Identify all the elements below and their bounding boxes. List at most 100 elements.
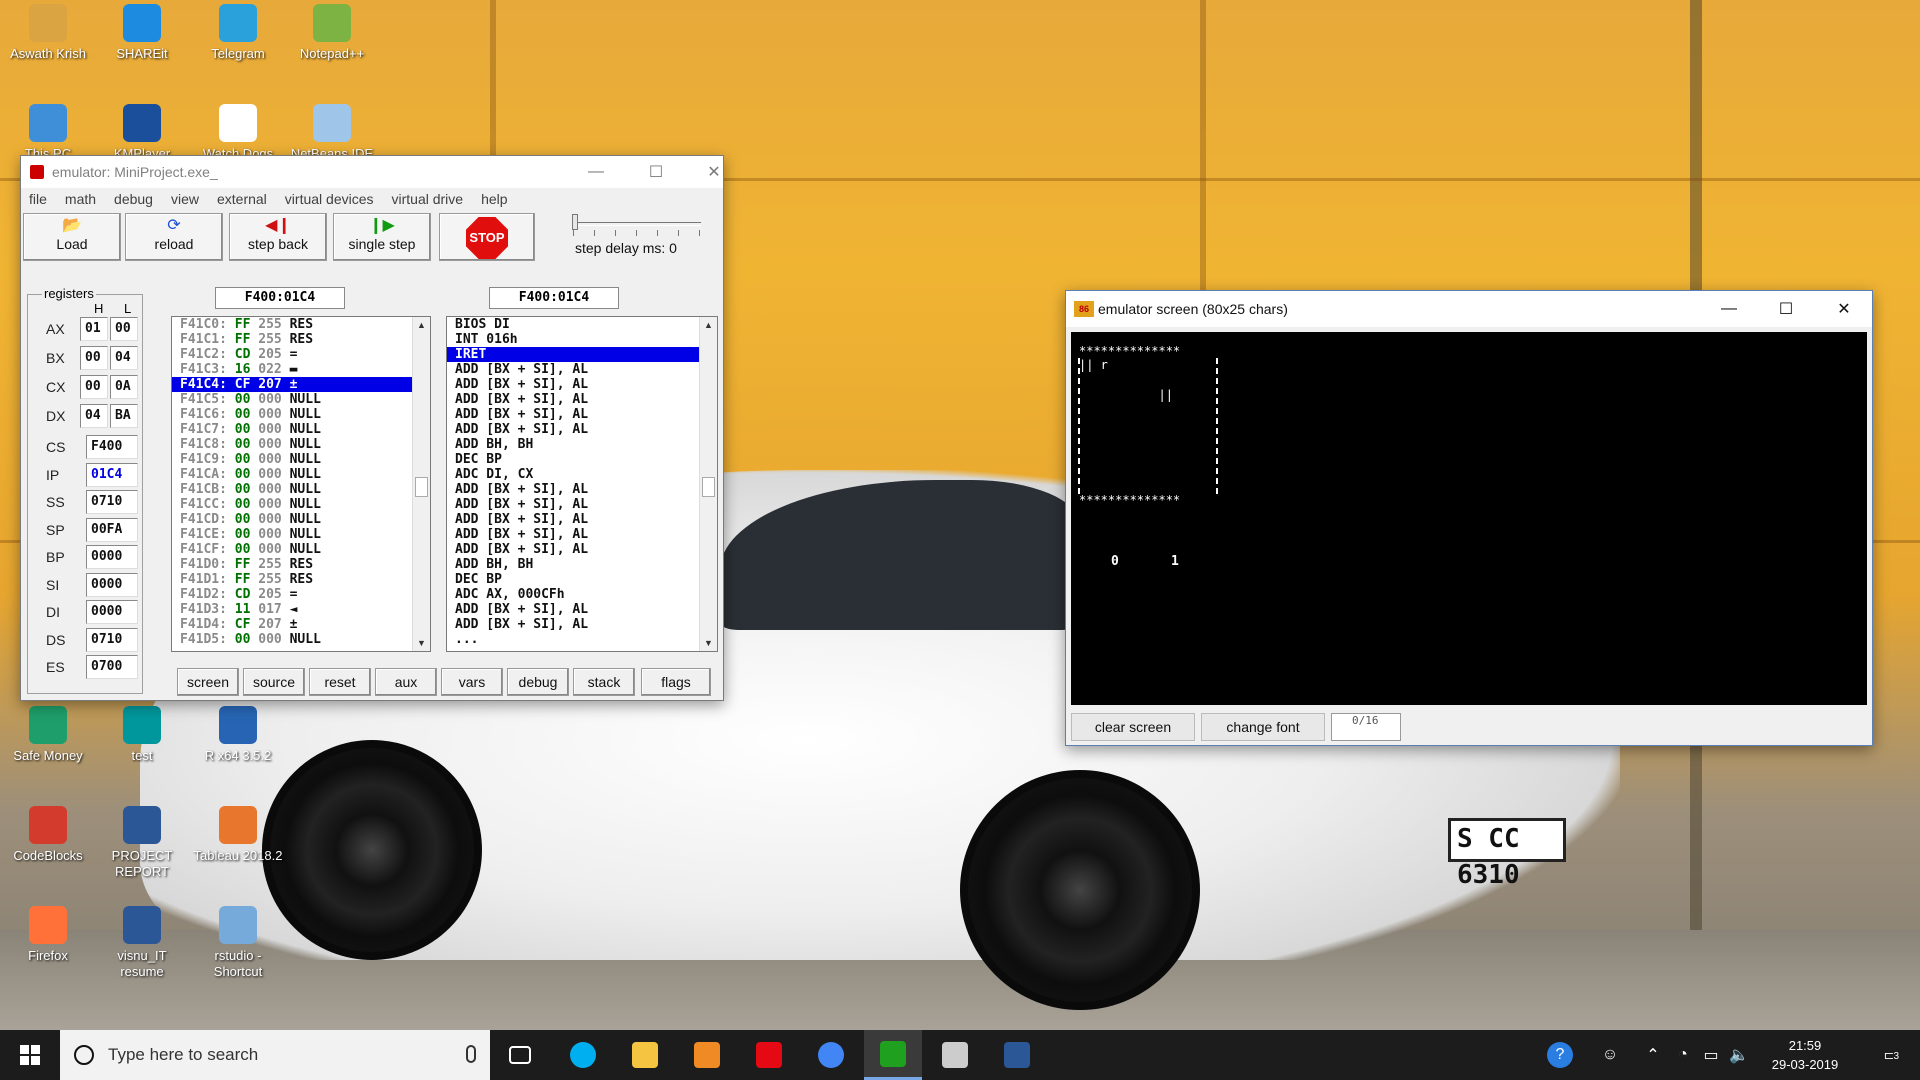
scroll-up-icon[interactable]: ▲	[413, 317, 430, 333]
disassembly-row[interactable]: DEC BP	[447, 452, 717, 467]
disassembly-row[interactable]: ...	[447, 632, 717, 647]
memory-row[interactable]: F41D2: CD 205 =	[172, 587, 430, 602]
memory-row[interactable]: F41C5: 00 000 NULL	[172, 392, 430, 407]
scroll-thumb[interactable]	[415, 477, 428, 497]
desktop-icon[interactable]: This PC	[2, 104, 94, 162]
load-button[interactable]: 📂 Load	[23, 213, 121, 261]
register-dx-low[interactable]: BA	[110, 404, 138, 428]
register-sp-value[interactable]: 00FA	[86, 517, 138, 542]
register-bx-low[interactable]: 04	[110, 346, 138, 370]
register-cs-value[interactable]: F400	[86, 435, 138, 459]
memory-address-field[interactable]: F400:01C4	[215, 287, 345, 309]
reload-button[interactable]: ⟳ reload	[125, 213, 223, 261]
menu-item-debug[interactable]: debug	[114, 191, 153, 207]
stop-button[interactable]: STOP	[439, 213, 535, 261]
screen-button[interactable]: screen	[177, 668, 239, 696]
notifications-icon[interactable]: ▭ 3	[1866, 1030, 1916, 1080]
disassembly-row[interactable]: DEC BP	[447, 572, 717, 587]
desktop-icon[interactable]: Watch Dogs	[192, 104, 284, 162]
taskbar-app-emu8086[interactable]	[864, 1030, 922, 1080]
chevron-up-icon[interactable]: ⌃	[1640, 1030, 1666, 1080]
scroll-thumb[interactable]	[702, 477, 715, 497]
desktop-icon[interactable]: KMPlayer	[96, 104, 188, 162]
register-bx-high[interactable]: 00	[80, 346, 108, 370]
memory-row[interactable]: F41CB: 00 000 NULL	[172, 482, 430, 497]
memory-row[interactable]: F41CA: 00 000 NULL	[172, 467, 430, 482]
taskbar-app-file-explorer[interactable]	[616, 1030, 674, 1080]
register-bp-value[interactable]: 0000	[86, 545, 138, 569]
disassembly-row[interactable]: ADD [BX + SI], AL	[447, 407, 717, 422]
disassembly-row[interactable]: BIOS DI	[447, 317, 717, 332]
disassembly-row[interactable]: ADD [BX + SI], AL	[447, 602, 717, 617]
taskbar-app-skype[interactable]	[554, 1030, 612, 1080]
memory-row[interactable]: F41CD: 00 000 NULL	[172, 512, 430, 527]
disassembly-address-field[interactable]: F400:01C4	[489, 287, 619, 309]
desktop-icon[interactable]: Firefox	[2, 906, 94, 964]
memory-scrollbar[interactable]: ▲ ▼	[412, 317, 430, 651]
register-ip-value[interactable]: 01C4	[86, 462, 138, 487]
reset-button[interactable]: reset	[309, 668, 371, 696]
disassembly-row[interactable]: ADD [BX + SI], AL	[447, 362, 717, 377]
memory-row[interactable]: F41D4: CF 207 ±	[172, 617, 430, 632]
close-button[interactable]: ✕	[691, 156, 737, 188]
menu-item-virtual-devices[interactable]: virtual devices	[285, 191, 374, 207]
memory-row[interactable]: F41CC: 00 000 NULL	[172, 497, 430, 512]
memory-row[interactable]: F41D3: 11 017 ◄	[172, 602, 430, 617]
step-back-button[interactable]: ◀❙ step back	[229, 213, 327, 261]
debug-button[interactable]: debug	[507, 668, 569, 696]
help-icon[interactable]: ?	[1540, 1030, 1580, 1080]
clock[interactable]: 21:59 29-03-2019	[1750, 1036, 1860, 1074]
taskbar-app-chrome[interactable]	[802, 1030, 860, 1080]
source-button[interactable]: source	[243, 668, 305, 696]
memory-row[interactable]: F41C7: 00 000 NULL	[172, 422, 430, 437]
desktop-icon[interactable]: Telegram	[192, 4, 284, 62]
disassembly-row[interactable]: ADD [BX + SI], AL	[447, 527, 717, 542]
disassembly-row[interactable]: INT 016h	[447, 332, 717, 347]
desktop-icon[interactable]: Notepad++	[286, 4, 378, 62]
single-step-button[interactable]: ❙▶ single step	[333, 213, 431, 261]
stack-button[interactable]: stack	[573, 668, 635, 696]
desktop-icon[interactable]: PROJECT REPORT	[96, 806, 188, 880]
memory-row[interactable]: F41D5: 00 000 NULL	[172, 632, 430, 647]
battery-icon[interactable]: ▭	[1698, 1030, 1724, 1080]
flags-button[interactable]: flags	[641, 668, 711, 696]
title-bar[interactable]: 86 emulator screen (80x25 chars) — ☐ ✕	[1066, 291, 1872, 327]
memory-row[interactable]: F41D1: FF 255 RES	[172, 572, 430, 587]
desktop-icon[interactable]: test	[96, 706, 188, 764]
scroll-down-icon[interactable]: ▼	[700, 635, 717, 651]
memory-row[interactable]: F41CF: 00 000 NULL	[172, 542, 430, 557]
taskbar-app-photos[interactable]	[926, 1030, 984, 1080]
memory-row[interactable]: F41C8: 00 000 NULL	[172, 437, 430, 452]
minimize-button[interactable]: —	[1706, 291, 1752, 327]
step-delay-slider-thumb[interactable]	[572, 214, 578, 230]
register-ax-low[interactable]: 00	[110, 317, 138, 341]
memory-row[interactable]: F41C0: FF 255 RES	[172, 317, 430, 332]
disassembly-row[interactable]: ADD [BX + SI], AL	[447, 392, 717, 407]
desktop-icon[interactable]: SHAREit	[96, 4, 188, 62]
scroll-down-icon[interactable]: ▼	[413, 635, 430, 651]
taskbar-app-word[interactable]	[988, 1030, 1046, 1080]
taskbar-app-task-view[interactable]	[491, 1030, 549, 1080]
register-es-value[interactable]: 0700	[86, 655, 138, 679]
clear-screen-button[interactable]: clear screen	[1071, 713, 1195, 741]
menu-item-view[interactable]: view	[171, 191, 199, 207]
maximize-button[interactable]: ☐	[1763, 291, 1809, 327]
disassembly-row[interactable]: ADC AX, 000CFh	[447, 587, 717, 602]
register-ss-value[interactable]: 0710	[86, 490, 138, 514]
disassembly-row[interactable]: ADD BH, BH	[447, 437, 717, 452]
microphone-icon[interactable]	[466, 1045, 476, 1063]
disassembly-row[interactable]: ADD [BX + SI], AL	[447, 617, 717, 632]
menu-item-math[interactable]: math	[65, 191, 96, 207]
memory-row[interactable]: F41CE: 00 000 NULL	[172, 527, 430, 542]
desktop-icon[interactable]: NetBeans IDE	[286, 104, 378, 162]
menu-item-virtual-drive[interactable]: virtual drive	[392, 191, 464, 207]
memory-row[interactable]: F41C2: CD 205 =	[172, 347, 430, 362]
disassembly-row[interactable]: ADD [BX + SI], AL	[447, 377, 717, 392]
register-cx-low[interactable]: 0A	[110, 375, 138, 399]
wifi-icon[interactable]: ◔	[1670, 1030, 1696, 1080]
change-font-button[interactable]: change font	[1201, 713, 1325, 741]
register-di-value[interactable]: 0000	[86, 600, 138, 624]
emulator-window[interactable]: emulator: MiniProject.exe_ — ☐ ✕ file mat…	[20, 155, 724, 701]
memory-row[interactable]: F41C3: 16 022 ▬	[172, 362, 430, 377]
scroll-up-icon[interactable]: ▲	[700, 317, 717, 333]
